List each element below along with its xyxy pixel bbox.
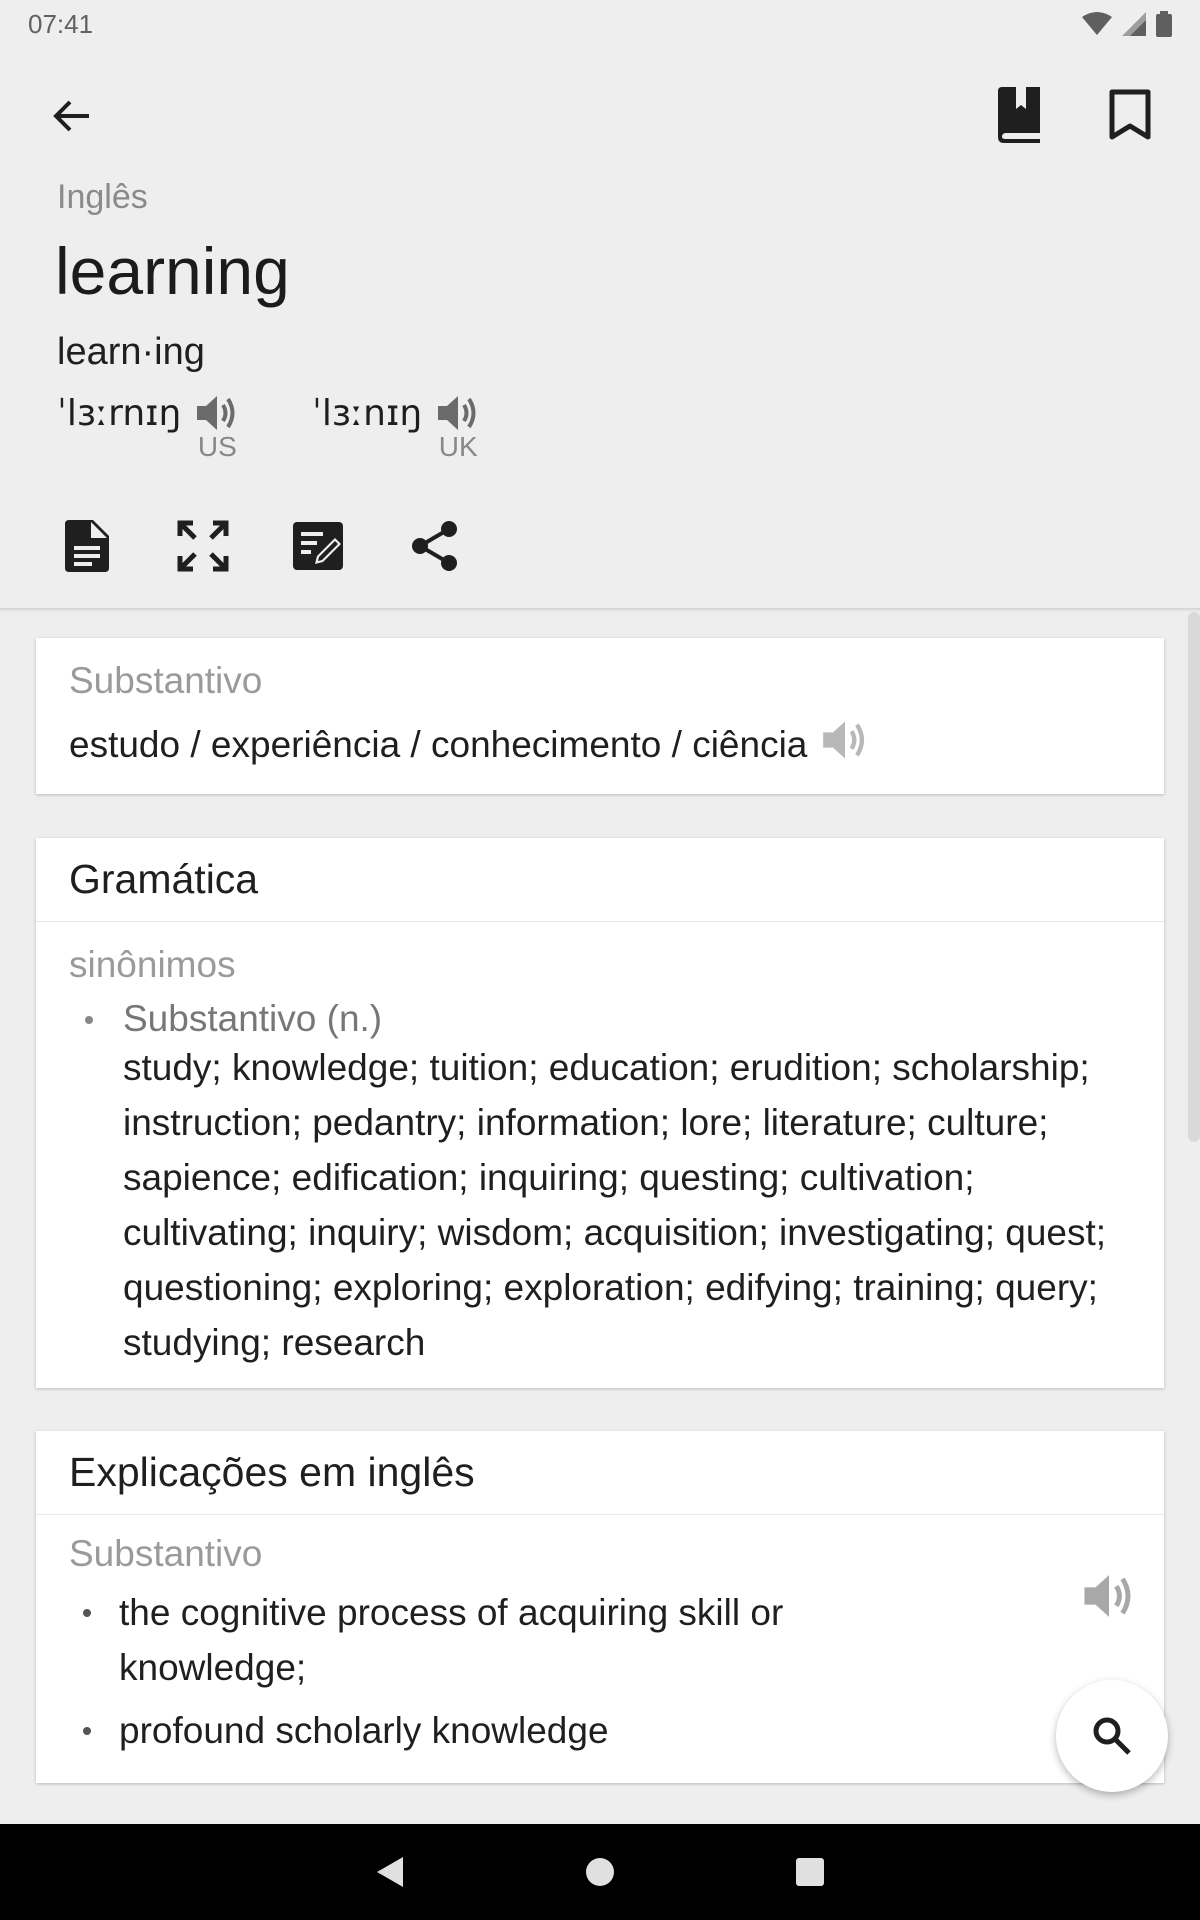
fullscreen-button[interactable] [176, 518, 230, 574]
speaker-icon [438, 396, 476, 430]
explanations-pos: Substantivo [69, 1533, 263, 1574]
top-actions [990, 80, 1160, 150]
bullet [83, 1609, 91, 1617]
syllable-division: learn·ing [57, 331, 205, 373]
system-nav-bar [0, 1824, 1200, 1920]
bullet [85, 1016, 93, 1024]
search-icon [1093, 1717, 1131, 1755]
definition-item: the cognitive process of acquiring skill… [69, 1585, 919, 1695]
bullet [83, 1727, 91, 1735]
grammar-body: sinônimos Substantivo (n.) study; knowle… [36, 922, 1164, 1370]
region-uk: UK [438, 431, 478, 462]
definition-text: profound scholarly knowledge [119, 1710, 609, 1751]
play-definition-button[interactable] [1082, 1571, 1136, 1626]
header-divider [0, 608, 1200, 612]
definition-text: the cognitive process of acquiring skill… [119, 1592, 784, 1688]
ipa-uk: ˈlɜːnɪŋ [312, 393, 423, 434]
speaker-icon [197, 396, 235, 430]
speaker-icon [1084, 1575, 1131, 1617]
circle-home-icon [586, 1858, 614, 1886]
nav-recents-button[interactable] [790, 1852, 830, 1892]
ipa-us: ˈlɜːrnɪŋ [57, 393, 182, 434]
synonyms-label: sinônimos [69, 944, 236, 985]
share-button[interactable] [408, 518, 462, 574]
synonym-pos: Substantivo (n.) [123, 998, 383, 1039]
square-recents-icon [796, 1858, 824, 1886]
edit-note-icon [293, 522, 343, 570]
back-button[interactable] [42, 86, 102, 146]
pronunciation-us: ˈlɜːrnɪŋ US [57, 393, 239, 494]
status-time: 07:41 [28, 8, 94, 39]
status-bar: 07:41 [0, 0, 1200, 48]
bookmark-icon [1109, 89, 1151, 140]
play-uk-button[interactable]: UK [436, 393, 480, 463]
bookmark-button[interactable] [1100, 80, 1160, 150]
explanations-card: Explicações em inglês Substantivo the co… [36, 1431, 1164, 1783]
document-icon [65, 520, 109, 572]
translation-meaning-row: estudo / experiência / conhecimento / ci… [69, 718, 1131, 771]
translation-meaning: estudo / experiência / conhecimento / ci… [69, 723, 808, 765]
wordbook-button[interactable] [990, 80, 1050, 150]
pronunciation-uk: ˈlɜːnɪŋ UK [312, 393, 480, 494]
synonym-group: Substantivo (n.) study; knowledge; tuiti… [69, 998, 1131, 1370]
synonym-list: study; knowledge; tuition; education; er… [123, 1047, 1107, 1363]
language-label: Inglês [57, 178, 148, 216]
nav-home-button[interactable] [580, 1852, 620, 1892]
book-icon [998, 87, 1040, 143]
headword: learning [55, 234, 290, 308]
translation-pos: Substantivo [69, 660, 263, 701]
search-fab[interactable] [1056, 1680, 1168, 1792]
fullscreen-icon [177, 520, 229, 572]
note-button[interactable] [292, 518, 346, 574]
nav-back-button[interactable] [370, 1852, 410, 1892]
document-button[interactable] [60, 518, 114, 574]
definition-item: profound scholarly knowledge [69, 1703, 1131, 1758]
translation-card: Substantivo estudo / experiência / conhe… [36, 638, 1164, 794]
scrollbar[interactable] [1188, 612, 1200, 1142]
play-us-button[interactable]: US [195, 393, 239, 463]
share-icon [412, 521, 457, 571]
explanations-body: Substantivo the cognitive process of acq… [36, 1515, 1164, 1758]
battery-icon [1156, 11, 1172, 37]
word-tools [60, 518, 462, 574]
play-translation-button[interactable] [821, 718, 869, 771]
triangle-back-icon [377, 1857, 403, 1887]
arrow-back-icon [53, 100, 89, 132]
grammar-card: Gramática sinônimos Substantivo (n.) stu… [36, 838, 1164, 1388]
explanations-title: Explicações em inglês [36, 1431, 1164, 1515]
status-icons [1082, 11, 1172, 37]
cell-signal-icon [1122, 12, 1146, 36]
grammar-title: Gramática [36, 838, 1164, 922]
word-header: Inglês learning learn·ing ˈlɜːrnɪŋ US ˈl… [0, 48, 1200, 610]
wifi-icon [1082, 12, 1112, 35]
speaker-icon [823, 721, 865, 759]
region-us: US [197, 431, 237, 462]
